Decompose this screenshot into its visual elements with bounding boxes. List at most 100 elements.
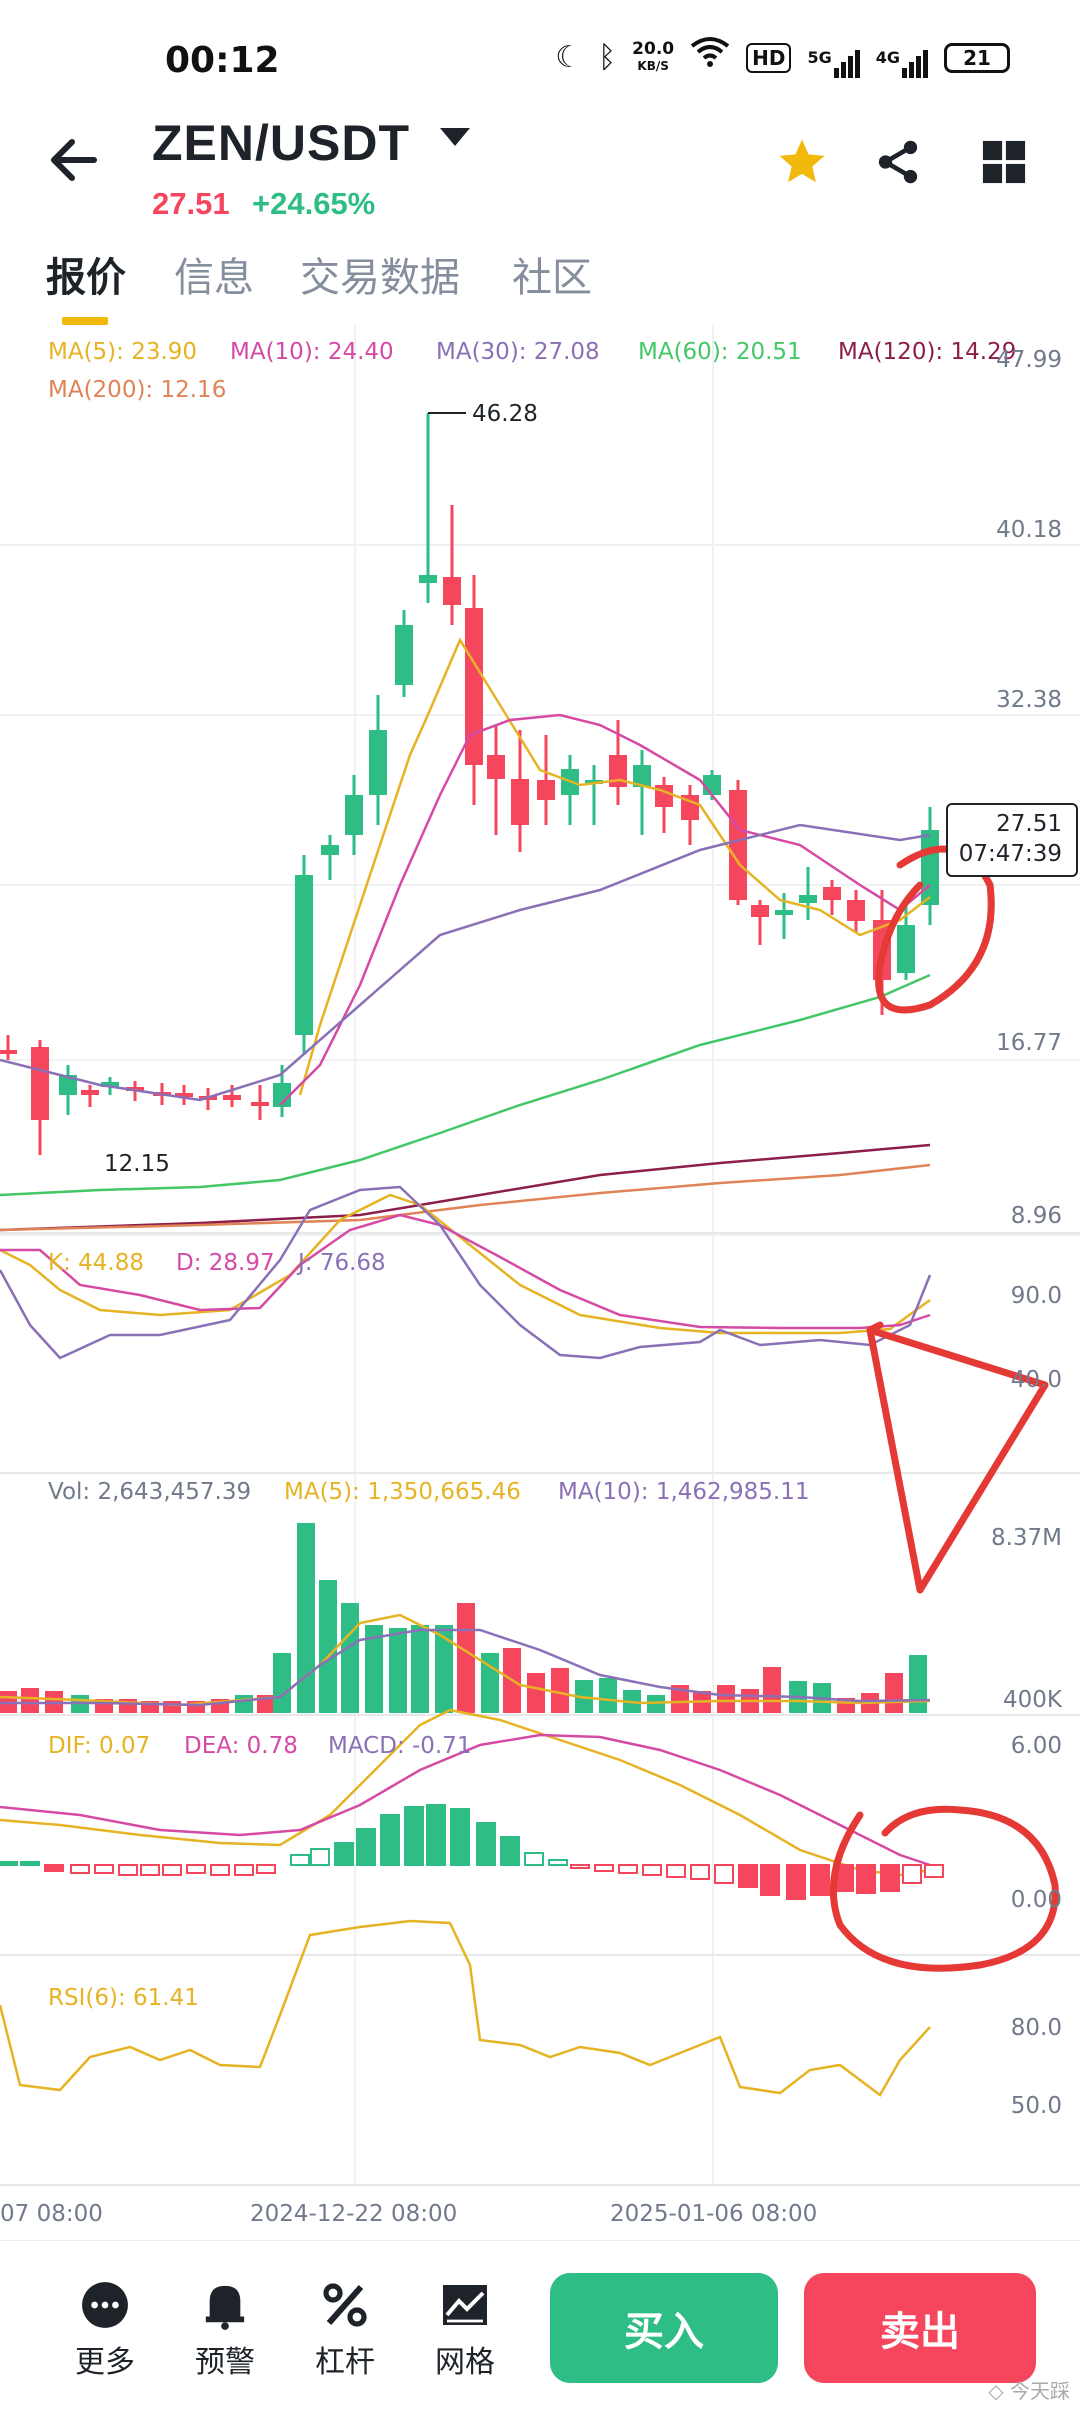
last-price: 27.51 bbox=[152, 186, 230, 221]
macd-bar bbox=[642, 1864, 662, 1876]
legend-vol: Vol: 2,643,457.39 bbox=[48, 1479, 252, 1505]
candle-body bbox=[775, 910, 793, 915]
tab-info[interactable]: 信息 bbox=[174, 245, 254, 303]
net-speed: 20.0 KB/S bbox=[632, 38, 675, 73]
macd-bar bbox=[20, 1861, 40, 1866]
nav-alert[interactable]: 预警 bbox=[180, 2277, 270, 2381]
volume-bar bbox=[21, 1688, 39, 1713]
price-axis-label: 8.96 bbox=[1010, 1203, 1062, 1229]
low-price-label: 12.15 bbox=[104, 1151, 170, 1177]
tab-quote[interactable]: 报价 bbox=[46, 245, 126, 303]
macd-bar bbox=[690, 1864, 710, 1880]
grid-icon bbox=[420, 2277, 510, 2333]
macd-bar bbox=[856, 1864, 876, 1894]
favorite-star-icon[interactable] bbox=[772, 132, 832, 192]
vol-axis-label: 8.37M bbox=[990, 1525, 1062, 1551]
candle-body bbox=[703, 775, 721, 795]
candle-body bbox=[897, 925, 915, 973]
kdj-axis-label: 90.0 bbox=[1010, 1283, 1062, 1309]
hd-badge: HD bbox=[746, 42, 792, 73]
share-icon[interactable] bbox=[868, 132, 928, 192]
macd-bar bbox=[140, 1864, 160, 1876]
macd-bar bbox=[356, 1828, 376, 1866]
volume-bar bbox=[389, 1628, 407, 1713]
macd-bar bbox=[760, 1864, 780, 1896]
legend-macd: MACD: -0.71 bbox=[328, 1733, 472, 1759]
macd-bar bbox=[162, 1864, 182, 1876]
legend-ma200: MA(200): 12.16 bbox=[48, 377, 227, 403]
candle-body bbox=[395, 625, 413, 685]
volume-bar bbox=[717, 1685, 735, 1713]
legend-j: J: 76.68 bbox=[298, 1250, 386, 1276]
buy-button[interactable]: 买入 bbox=[550, 2273, 778, 2383]
price-axis-label: 16.77 bbox=[996, 1030, 1062, 1056]
pair-dropdown-icon[interactable] bbox=[440, 128, 470, 146]
volume-bar bbox=[885, 1673, 903, 1713]
candle-body bbox=[31, 1047, 49, 1120]
candle-body bbox=[751, 905, 769, 917]
time-axis-label: 07 08:00 bbox=[0, 2201, 103, 2227]
time-axis-label: 2024-12-22 08:00 bbox=[250, 2201, 458, 2227]
macd-bar bbox=[714, 1864, 734, 1884]
candle-body bbox=[823, 887, 841, 900]
macd-bar bbox=[666, 1864, 686, 1878]
legend-k: K: 44.88 bbox=[48, 1250, 144, 1276]
status-time: 00:12 bbox=[165, 40, 280, 81]
tab-indicator bbox=[62, 317, 108, 325]
candle-body bbox=[81, 1090, 99, 1095]
macd-bar bbox=[334, 1842, 354, 1866]
candle-body bbox=[223, 1095, 241, 1100]
bell-icon bbox=[180, 2277, 270, 2333]
sell-button[interactable]: 卖出 bbox=[804, 2273, 1036, 2383]
macd-bar bbox=[618, 1864, 638, 1874]
rsi-axis-label: 80.0 bbox=[1010, 2015, 1062, 2041]
volume-bar bbox=[527, 1673, 545, 1713]
macd-bar bbox=[380, 1814, 400, 1866]
volume-bar bbox=[163, 1701, 181, 1713]
chart-canvas[interactable] bbox=[0, 325, 1080, 2235]
kline-chart[interactable]: MA(5): 23.90 MA(10): 24.40 MA(30): 27.08… bbox=[0, 325, 1080, 2235]
nav-leverage[interactable]: 杠杆 bbox=[300, 2277, 390, 2381]
price-axis-label: 47.99 bbox=[996, 347, 1062, 373]
macd-bar bbox=[924, 1864, 944, 1878]
nav-more[interactable]: 更多 bbox=[60, 2277, 150, 2381]
macd-bar bbox=[548, 1859, 568, 1866]
macd-bar bbox=[524, 1852, 544, 1866]
candle-body bbox=[295, 875, 313, 1035]
macd-bar bbox=[738, 1864, 758, 1888]
legend-d: D: 28.97 bbox=[176, 1250, 275, 1276]
status-bar: 00:12 ☾ ᛒ 20.0 KB/S HD 5G 4G 21 bbox=[0, 0, 1080, 120]
macd-bar bbox=[404, 1806, 424, 1866]
macd-bar bbox=[426, 1804, 446, 1866]
legend-vol-ma5: MA(5): 1,350,665.46 bbox=[284, 1479, 521, 1505]
more-icon bbox=[60, 2277, 150, 2333]
moon-icon: ☾ bbox=[555, 39, 583, 75]
candle-body bbox=[369, 730, 387, 795]
signal-4g-icon: 4G bbox=[876, 38, 928, 78]
candle-body bbox=[251, 1102, 269, 1106]
tab-trade-data[interactable]: 交易数据 bbox=[300, 245, 460, 303]
volume-bar bbox=[319, 1580, 337, 1713]
legend-dea: DEA: 0.78 bbox=[184, 1733, 298, 1759]
candle-body bbox=[487, 755, 505, 779]
back-arrow-icon[interactable] bbox=[44, 130, 104, 190]
candle-body bbox=[345, 795, 363, 835]
macd-bar bbox=[118, 1864, 138, 1876]
macd-bar bbox=[500, 1836, 520, 1866]
pair-title[interactable]: ZEN/USDT bbox=[152, 114, 410, 172]
header: ZEN/USDT 27.51 +24.65% bbox=[0, 110, 1080, 240]
battery-icon: 21 bbox=[944, 42, 1010, 73]
time-axis-label: 2025-01-06 08:00 bbox=[610, 2201, 818, 2227]
nav-grid[interactable]: 网格 bbox=[420, 2277, 510, 2381]
tab-community[interactable]: 社区 bbox=[512, 245, 592, 303]
candle-body bbox=[799, 895, 817, 903]
legend-ma30: MA(30): 27.08 bbox=[436, 339, 600, 365]
candle-body bbox=[511, 779, 529, 825]
macd-bar bbox=[210, 1864, 230, 1876]
candle-body bbox=[419, 575, 437, 583]
candle-body bbox=[443, 577, 461, 605]
layout-grid-icon[interactable] bbox=[974, 132, 1034, 192]
kdj-axis-label: 40.0 bbox=[1010, 1367, 1062, 1393]
candle-body bbox=[321, 845, 339, 855]
legend-ma120: MA(120): 14.29 bbox=[838, 339, 1017, 365]
